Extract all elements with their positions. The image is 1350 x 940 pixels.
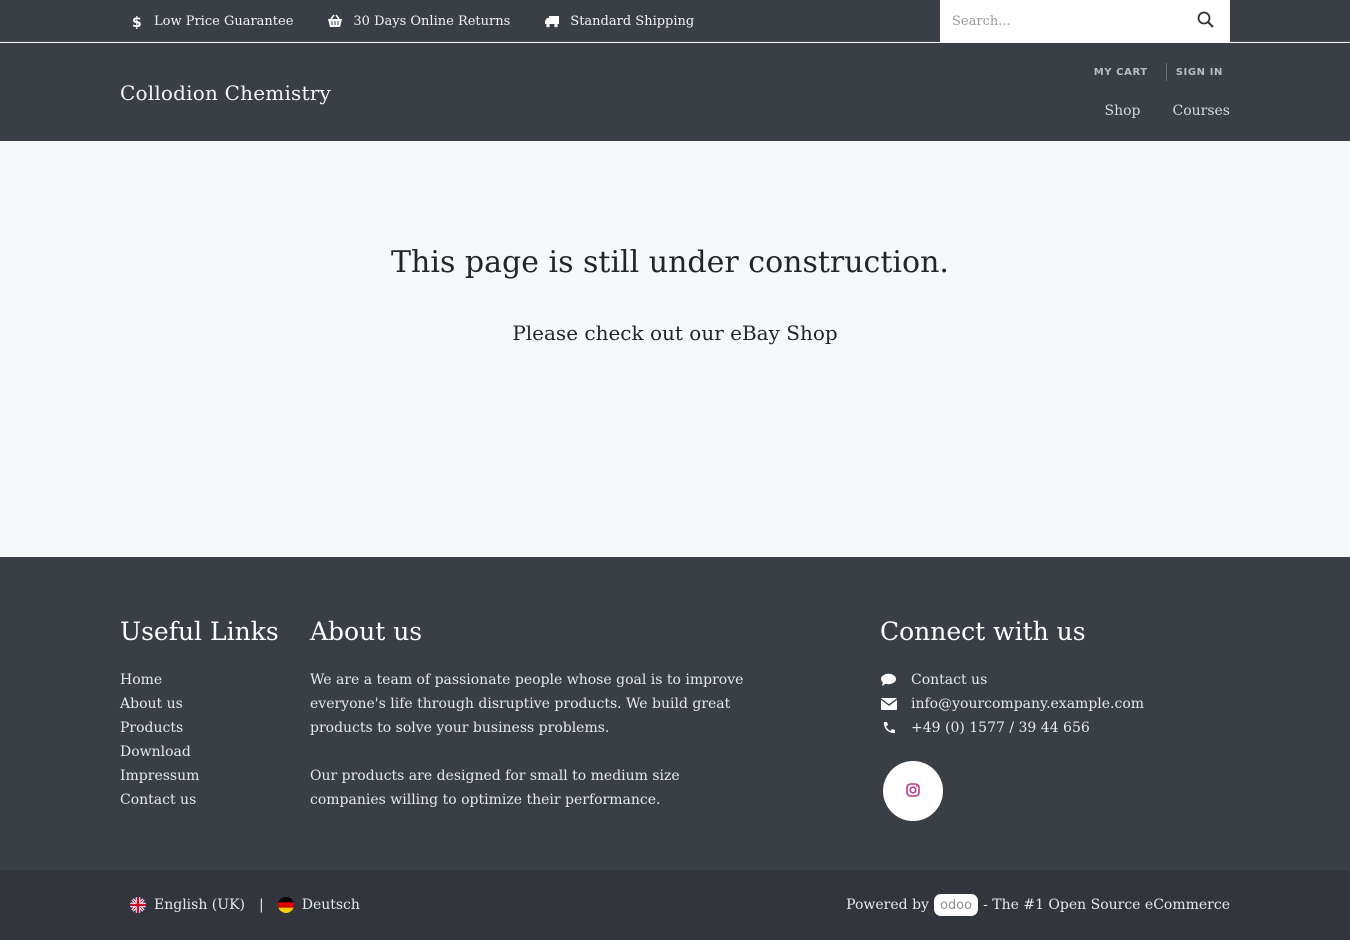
about-section: About us We are a team of passionate peo… bbox=[310, 617, 750, 812]
account-links: MY CART SIGN IN bbox=[1094, 63, 1223, 81]
truck-icon bbox=[544, 13, 560, 29]
footer-link-download[interactable]: Download bbox=[120, 744, 191, 760]
bottom-bar: English (UK) | Deutsch Powered by odoo -… bbox=[0, 870, 1350, 940]
sign-in-link[interactable]: SIGN IN bbox=[1176, 67, 1223, 78]
search-input[interactable] bbox=[940, 0, 1180, 42]
contact-item: +49 (0) 1577 / 39 44 656 bbox=[880, 716, 1144, 740]
contact-us-link[interactable]: Contact us bbox=[911, 668, 987, 692]
section-title: Connect with us bbox=[880, 617, 1086, 646]
search-box bbox=[940, 0, 1230, 42]
perks-list: $ Low Price Guarantee 30 Days Online Ret… bbox=[128, 0, 694, 42]
perk-price-guarantee: $ Low Price Guarantee bbox=[128, 13, 293, 29]
useful-links-section: Useful Links Home About us Products Down… bbox=[120, 617, 279, 812]
page-title: This page is still under construction. bbox=[391, 245, 949, 280]
site-header: Collodion Chemistry MY CART SIGN IN Shop… bbox=[0, 43, 1350, 141]
nav-item-courses[interactable]: Courses bbox=[1172, 103, 1230, 119]
perk-returns: 30 Days Online Returns bbox=[327, 13, 510, 29]
section-title: About us bbox=[310, 617, 423, 646]
perk-shipping: Standard Shipping bbox=[544, 13, 694, 29]
perk-label: 30 Days Online Returns bbox=[353, 13, 511, 29]
instagram-button[interactable] bbox=[883, 761, 943, 821]
chat-bubble-icon bbox=[880, 672, 897, 689]
uk-flag-icon bbox=[130, 897, 146, 913]
connect-section: Connect with us Contact us info@yourcomp… bbox=[880, 617, 1144, 821]
contact-item: Contact us bbox=[880, 668, 1144, 692]
phone-number: +49 (0) 1577 / 39 44 656 bbox=[911, 720, 1090, 736]
svg-text:$: $ bbox=[132, 15, 141, 29]
about-paragraph: We are a team of passionate people whose… bbox=[310, 672, 744, 736]
search-icon bbox=[1197, 11, 1214, 32]
envelope-icon bbox=[880, 696, 897, 713]
lang-english-uk[interactable]: English (UK) bbox=[130, 897, 245, 913]
odoo-logo[interactable]: odoo bbox=[933, 894, 979, 916]
lang-label: Deutsch bbox=[301, 897, 360, 913]
divider bbox=[1165, 63, 1167, 81]
footer-link-contact[interactable]: Contact us bbox=[120, 792, 196, 808]
search-button[interactable] bbox=[1180, 0, 1230, 42]
lang-label: English (UK) bbox=[154, 897, 245, 913]
ebay-shop-message: Please check out our eBay Shop bbox=[512, 321, 838, 345]
top-bar: $ Low Price Guarantee 30 Days Online Ret… bbox=[0, 0, 1350, 42]
basket-icon bbox=[327, 13, 343, 29]
about-paragraph: Our products are designed for small to m… bbox=[310, 768, 680, 808]
main-nav: Shop Courses bbox=[1104, 103, 1230, 119]
nav-item-shop[interactable]: Shop bbox=[1104, 103, 1140, 119]
instagram-icon bbox=[906, 782, 920, 801]
footer-link-home[interactable]: Home bbox=[120, 672, 162, 688]
brand-logo[interactable]: Collodion Chemistry bbox=[120, 81, 331, 105]
email-link[interactable]: info@yourcompany.example.com bbox=[911, 692, 1144, 716]
footer-link-impressum[interactable]: Impressum bbox=[120, 768, 199, 784]
lang-deutsch[interactable]: Deutsch bbox=[277, 897, 360, 913]
footer-link-products[interactable]: Products bbox=[120, 720, 183, 736]
powered-by: Powered by odoo - The #1 Open Source eCo… bbox=[846, 870, 1230, 940]
lang-separator: | bbox=[259, 897, 264, 913]
contact-item: info@yourcompany.example.com bbox=[880, 692, 1144, 716]
powered-tagline: - The #1 Open Source eCommerce bbox=[983, 897, 1230, 913]
footer-link-about[interactable]: About us bbox=[120, 696, 183, 712]
site-footer: Useful Links Home About us Products Down… bbox=[0, 557, 1350, 870]
powered-by-label: Powered by bbox=[846, 897, 929, 913]
germany-flag-icon bbox=[277, 897, 294, 913]
section-title: Useful Links bbox=[120, 617, 279, 646]
perk-label: Low Price Guarantee bbox=[154, 13, 294, 29]
perk-label: Standard Shipping bbox=[570, 13, 695, 29]
phone-icon bbox=[880, 720, 897, 737]
language-selector: English (UK) | Deutsch bbox=[130, 870, 360, 940]
main-content: This page is still under construction. P… bbox=[0, 141, 1350, 557]
my-cart-link[interactable]: MY CART bbox=[1094, 67, 1148, 78]
dollar-icon: $ bbox=[128, 13, 144, 29]
